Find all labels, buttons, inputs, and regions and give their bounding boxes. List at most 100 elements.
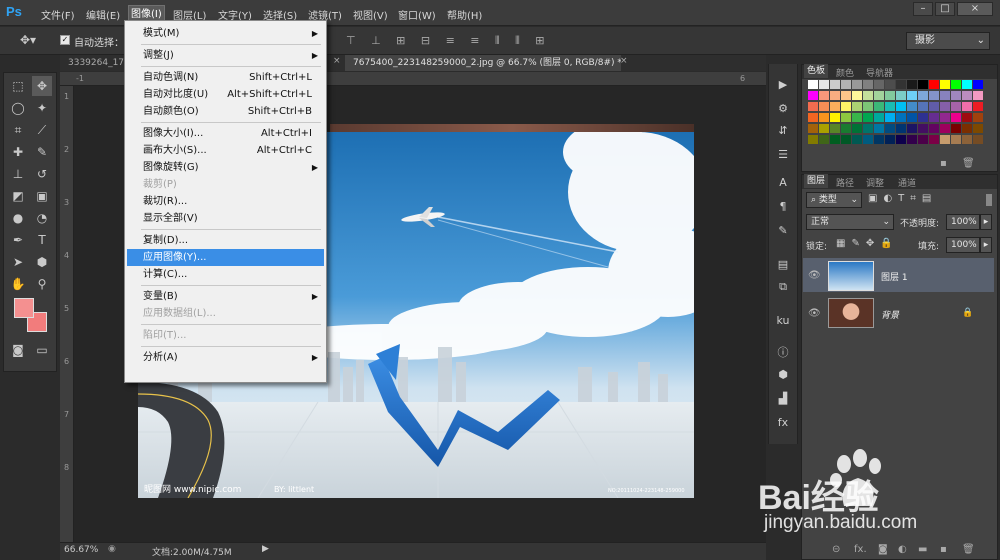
blur-tool-icon[interactable]: ●	[8, 208, 28, 228]
color-swatch[interactable]	[962, 102, 972, 111]
color-swatch[interactable]	[940, 113, 950, 122]
image-menu-item[interactable]: 分析(A) ▶	[127, 349, 324, 366]
close-tab-icon[interactable]: ×	[620, 56, 628, 66]
dodge-tool-icon[interactable]: ◔	[32, 208, 52, 228]
color-swatch[interactable]	[885, 91, 895, 100]
color-swatch[interactable]	[918, 135, 928, 144]
color-swatch[interactable]	[929, 80, 939, 89]
play-icon[interactable]: ▶	[774, 76, 792, 94]
color-swatch[interactable]	[973, 124, 983, 133]
image-menu-item[interactable]: 复制(D)...	[127, 232, 324, 249]
color-swatch[interactable]	[940, 91, 950, 100]
path-select-icon[interactable]: ➤	[8, 252, 28, 272]
crop-tool-icon[interactable]: ⌗	[8, 120, 28, 140]
color-swatch[interactable]	[874, 135, 884, 144]
fill-dropdown-icon[interactable]: ▸	[980, 237, 992, 253]
layer-name[interactable]: 背景	[881, 308, 899, 321]
color-swatch[interactable]	[852, 91, 862, 100]
quick-mask-icon[interactable]: ◙	[8, 340, 28, 360]
color-swatch[interactable]	[841, 135, 851, 144]
color-swatch[interactable]	[874, 91, 884, 100]
color-swatch[interactable]	[907, 102, 917, 111]
character-panel-icon[interactable]: A	[774, 174, 792, 192]
menu-view[interactable]: 视图(V)	[353, 7, 388, 22]
color-swatch[interactable]	[951, 135, 961, 144]
layer-name[interactable]: 图层 1	[881, 270, 908, 283]
color-swatch[interactable]	[885, 124, 895, 133]
gradient-tool-icon[interactable]: ▣	[32, 186, 52, 206]
image-menu-item[interactable]: 计算(C)...	[127, 266, 324, 283]
tab-swatches[interactable]: 色板	[804, 64, 829, 78]
color-swatch[interactable]	[929, 91, 939, 100]
visibility-eye-icon[interactable]: 👁	[808, 308, 821, 319]
sliders-icon[interactable]: ☰	[774, 146, 792, 164]
image-menu-item[interactable]: 调整(J) ▶	[127, 47, 324, 64]
color-swatch[interactable]	[819, 124, 829, 133]
color-swatch[interactable]	[841, 124, 851, 133]
color-swatch[interactable]	[896, 135, 906, 144]
color-swatch[interactable]	[819, 102, 829, 111]
color-swatch[interactable]	[852, 80, 862, 89]
hand-tool-icon[interactable]: ✋	[8, 274, 28, 294]
tab-navigator[interactable]: 导航器	[866, 66, 893, 79]
color-swatch[interactable]	[918, 91, 928, 100]
blend-mode-select[interactable]: 正常 ⌄	[806, 214, 894, 230]
color-swatch[interactable]	[874, 124, 884, 133]
image-menu-item[interactable]: 画布大小(S)... Alt+Ctrl+C	[127, 142, 324, 159]
color-swatch[interactable]	[918, 80, 928, 89]
color-swatch[interactable]	[852, 113, 862, 122]
color-swatch[interactable]	[808, 124, 818, 133]
status-info-icon[interactable]: ◉	[108, 544, 116, 554]
color-swatch[interactable]	[929, 113, 939, 122]
color-swatch[interactable]	[918, 113, 928, 122]
color-swatch[interactable]	[819, 80, 829, 89]
close-button[interactable]: ×	[957, 2, 993, 16]
menu-file[interactable]: 文件(F)	[41, 7, 75, 22]
lasso-tool-icon[interactable]: ◯	[8, 98, 28, 118]
color-swatch[interactable]	[841, 80, 851, 89]
brush-tool-icon[interactable]: ✎	[32, 142, 52, 162]
layer-filter-select[interactable]: ⌕ 类型 ⌄	[806, 192, 862, 208]
color-swatch[interactable]	[841, 91, 851, 100]
color-swatch[interactable]	[929, 124, 939, 133]
color-swatch[interactable]	[830, 91, 840, 100]
color-swatch[interactable]	[940, 135, 950, 144]
color-swatch[interactable]	[940, 80, 950, 89]
lock-options-icons[interactable]: ▦✎✥🔒	[836, 238, 899, 249]
color-swatch[interactable]	[852, 102, 862, 111]
color-swatch[interactable]	[808, 113, 818, 122]
color-swatch[interactable]	[830, 113, 840, 122]
tab-layers[interactable]: 图层	[804, 174, 829, 188]
color-swatch[interactable]	[951, 113, 961, 122]
tab-adjustments[interactable]: 调整	[866, 176, 884, 189]
color-swatch[interactable]	[874, 113, 884, 122]
fx-panel-icon[interactable]: fx	[774, 414, 792, 432]
color-swatch[interactable]	[962, 91, 972, 100]
close-tab-icon[interactable]: ×	[333, 56, 341, 66]
clone-source-icon[interactable]: ⧉	[774, 278, 792, 296]
color-swatch[interactable]	[962, 80, 972, 89]
color-swatch[interactable]	[808, 80, 818, 89]
image-menu-item[interactable]: 图像大小(I)... Alt+Ctrl+I	[127, 125, 324, 142]
color-swatch[interactable]	[907, 124, 917, 133]
tab-document-2[interactable]: 7675400_223148259000_2.jpg @ 66.7% (图层 0…	[345, 55, 621, 71]
layer-filter-icons[interactable]: ▣◐T⌗▤	[868, 193, 937, 204]
color-swatch[interactable]	[896, 113, 906, 122]
color-swatch[interactable]	[830, 135, 840, 144]
color-swatch[interactable]	[830, 80, 840, 89]
workspace-select[interactable]: 摄影 ⌄	[906, 32, 990, 50]
zoom-tool-icon[interactable]: ⚲	[32, 274, 52, 294]
status-menu-arrow-icon[interactable]: ▶	[262, 544, 269, 554]
visibility-eye-icon[interactable]: 👁	[808, 270, 821, 281]
opacity-dropdown-icon[interactable]: ▸	[980, 214, 992, 230]
color-swatch[interactable]	[918, 102, 928, 111]
color-swatch[interactable]	[973, 102, 983, 111]
color-swatch[interactable]	[863, 113, 873, 122]
image-menu-item[interactable]: 裁切(R)...	[127, 193, 324, 210]
color-swatch[interactable]	[874, 102, 884, 111]
pen-tool-icon[interactable]: ✒	[8, 230, 28, 250]
color-swatch[interactable]	[973, 91, 983, 100]
type-tool-icon[interactable]: T	[32, 230, 52, 250]
histogram-icon[interactable]: ▟	[774, 390, 792, 408]
opacity-input[interactable]: 100%	[946, 214, 980, 230]
